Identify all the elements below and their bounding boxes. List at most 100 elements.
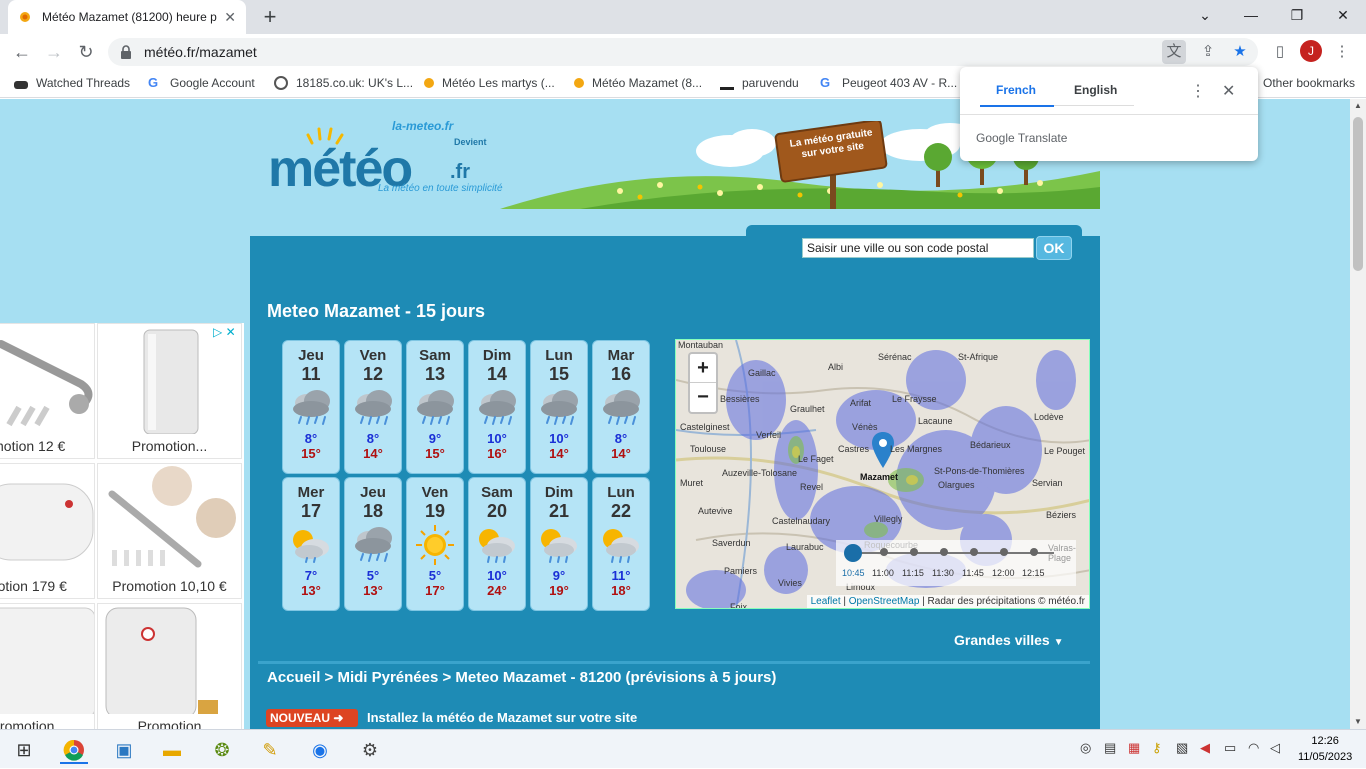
zoom-out-button[interactable]: − xyxy=(690,383,716,412)
forecast-day-card[interactable]: Sam 20 10° 24° xyxy=(468,477,526,611)
tray-app-icon[interactable]: ◎ xyxy=(1080,740,1091,756)
forecast-day-card[interactable]: Ven 19 5° 17° xyxy=(406,477,464,611)
bookmark-item[interactable]: Météo Les martys (... xyxy=(424,76,555,90)
ad-item[interactable]: Promotion... xyxy=(97,323,242,459)
bookmark-item[interactable]: G Peugeot 403 AV - R... xyxy=(820,76,957,91)
translate-lang-english[interactable]: English xyxy=(1074,83,1117,97)
ad-item[interactable]: Promotion xyxy=(97,603,242,729)
pencil-app-icon[interactable]: ✎ xyxy=(256,736,284,764)
ad-item[interactable]: romotion 12 € xyxy=(0,323,95,459)
forecast-day-card[interactable]: Ven 12 8° 14° xyxy=(344,340,402,474)
browser-tab[interactable]: Météo Mazamet (81200) heure p ✕ xyxy=(8,0,246,34)
minimize-icon[interactable]: — xyxy=(1228,0,1274,30)
volume-icon[interactable]: ◁ xyxy=(1270,740,1280,756)
map-place-label: Vénès xyxy=(852,422,878,432)
timeline-point[interactable] xyxy=(1030,548,1038,556)
forecast-day-card[interactable]: Lun 22 11° 18° xyxy=(592,477,650,611)
translate-lang-french[interactable]: French xyxy=(996,83,1036,97)
forecast-day-card[interactable]: Mer 17 7° 13° xyxy=(282,477,340,611)
battery-icon[interactable]: ▭ xyxy=(1224,740,1236,756)
tray-save-icon[interactable]: ▤ xyxy=(1104,740,1116,756)
ad-item[interactable]: Promotion 10,10 € xyxy=(97,463,242,599)
adchoices-icon[interactable]: ▷ ✕ xyxy=(213,325,236,339)
osm-link[interactable]: OpenStreetMap xyxy=(849,596,920,607)
reload-icon[interactable]: ↻ xyxy=(74,40,98,64)
menu-kebab-icon[interactable]: ⋮ xyxy=(1330,40,1354,64)
bookmark-item[interactable]: Watched Threads xyxy=(14,76,130,90)
install-widget-link[interactable]: Installez la météo de Mazamet sur votre … xyxy=(367,710,637,725)
leaflet-link[interactable]: Leaflet xyxy=(811,596,841,607)
tray-speaker-icon[interactable]: ◀ xyxy=(1200,740,1210,756)
bookmark-item[interactable]: 18185.co.uk: UK's L... xyxy=(274,76,413,90)
close-tab-icon[interactable]: ✕ xyxy=(224,9,236,26)
forecast-date: 12 xyxy=(362,364,384,384)
app-taskbar-icon[interactable]: ❂ xyxy=(208,736,236,764)
chrome-taskbar-icon[interactable] xyxy=(60,736,88,764)
profile-avatar[interactable]: J xyxy=(1300,40,1322,62)
page-scrollbar[interactable]: ▲ ▼ xyxy=(1350,99,1366,729)
city-search-input[interactable]: Saisir une ville ou son code postal xyxy=(802,238,1034,258)
tray-app-icon[interactable]: ▦ xyxy=(1128,740,1140,756)
logo-tagline: La météo en toute simplicité xyxy=(378,183,503,194)
other-bookmarks[interactable]: Other bookmarks xyxy=(1263,76,1355,90)
forecast-day-card[interactable]: Sam 13 9° 15° xyxy=(406,340,464,474)
close-window-icon[interactable]: ✕ xyxy=(1320,0,1366,30)
grandes-villes-dropdown[interactable]: Grandes villes ▼ xyxy=(954,632,1064,648)
share-icon[interactable]: ⇪ xyxy=(1196,40,1220,64)
new-tab-icon[interactable]: + xyxy=(258,4,282,30)
forecast-temp-min: 10° xyxy=(549,431,569,446)
forecast-date: 22 xyxy=(610,501,632,521)
ad-panel[interactable]: romotion 12 € Promotion... omotion 179 €… xyxy=(0,323,244,729)
search-ok-button[interactable]: OK xyxy=(1036,236,1072,260)
forecast-day-card[interactable]: Jeu 18 5° 13° xyxy=(344,477,402,611)
settings-gear-icon[interactable]: ⚙ xyxy=(356,736,384,764)
translate-close-icon[interactable]: ✕ xyxy=(1222,81,1235,101)
map-place-label: Graulhet xyxy=(790,404,825,414)
scroll-up-icon[interactable]: ▲ xyxy=(1350,101,1366,110)
tray-app-icon[interactable]: ▧ xyxy=(1176,740,1188,756)
forecast-day-card[interactable]: Jeu 11 8° 15° xyxy=(282,340,340,474)
forecast-day-card[interactable]: Dim 14 10° 16° xyxy=(468,340,526,474)
tray-key-icon[interactable]: ⚷ xyxy=(1152,740,1162,756)
forecast-day-card[interactable]: Dim 21 9° 19° xyxy=(530,477,588,611)
file-explorer-icon[interactable]: ▬ xyxy=(158,736,186,764)
translate-options-icon[interactable]: ⋮ xyxy=(1190,81,1206,101)
logo-badge: la-meteo.fr xyxy=(392,119,454,133)
translate-icon[interactable]: 文 xyxy=(1162,40,1186,64)
forecast-day-card[interactable]: Lun 15 10° 14° xyxy=(530,340,588,474)
thunderbird-icon[interactable]: ◉ xyxy=(306,736,334,764)
timeline-point[interactable] xyxy=(910,548,918,556)
timeline-point[interactable] xyxy=(1000,548,1008,556)
bookmark-item[interactable]: Météo Mazamet (8... xyxy=(574,76,702,90)
bookmark-star-icon[interactable]: ★ xyxy=(1228,40,1252,64)
wifi-icon[interactable]: ◠ xyxy=(1248,740,1259,756)
back-icon[interactable]: ← xyxy=(10,40,34,64)
radar-map[interactable]: + − Montauban Gaillac Albi Sérénac St-Afriqu… xyxy=(675,339,1090,609)
maximize-icon[interactable]: ❐ xyxy=(1274,0,1320,30)
address-bar[interactable]: météo.fr/mazamet xyxy=(108,38,1258,66)
system-clock[interactable]: 12:26 11/05/2023 xyxy=(1298,733,1352,765)
forward-icon[interactable]: → xyxy=(42,40,66,64)
timeline-point[interactable] xyxy=(880,548,888,556)
radar-timeline[interactable]: 10:45 11:00 11:15 11:30 11:45 12:00 12:15 Valr… xyxy=(836,540,1076,586)
scroll-thumb[interactable] xyxy=(1353,117,1363,271)
ad-item[interactable]: Promotion xyxy=(0,603,95,729)
timeline-end-label: Valras-Plage xyxy=(1048,543,1076,563)
windows-start-icon[interactable]: ⊞ xyxy=(10,736,38,764)
bookmark-item[interactable]: G Google Account xyxy=(148,76,255,91)
forecast-temp-max: 14° xyxy=(549,446,569,461)
bookmark-item[interactable]: paruvendu xyxy=(720,76,799,90)
scroll-down-icon[interactable]: ▼ xyxy=(1350,717,1366,726)
zoom-in-button[interactable]: + xyxy=(690,354,716,383)
timeline-point[interactable] xyxy=(970,548,978,556)
breadcrumb[interactable]: Accueil > Midi Pyrénées > Meteo Mazamet … xyxy=(267,669,776,686)
forecast-day-card[interactable]: Mar 16 8° 14° xyxy=(592,340,650,474)
forecast-day-name: Mer xyxy=(297,484,325,501)
timeline-handle[interactable] xyxy=(844,544,862,562)
side-panel-icon[interactable]: ▯ xyxy=(1268,40,1292,64)
site-logo[interactable]: météo .fr La météo en toute simplicité l… xyxy=(264,119,504,209)
ad-item[interactable]: omotion 179 € xyxy=(0,463,95,599)
control-panel-icon[interactable]: ▣ xyxy=(110,736,138,764)
tab-search-icon[interactable]: ⌄ xyxy=(1182,0,1228,30)
timeline-point[interactable] xyxy=(940,548,948,556)
